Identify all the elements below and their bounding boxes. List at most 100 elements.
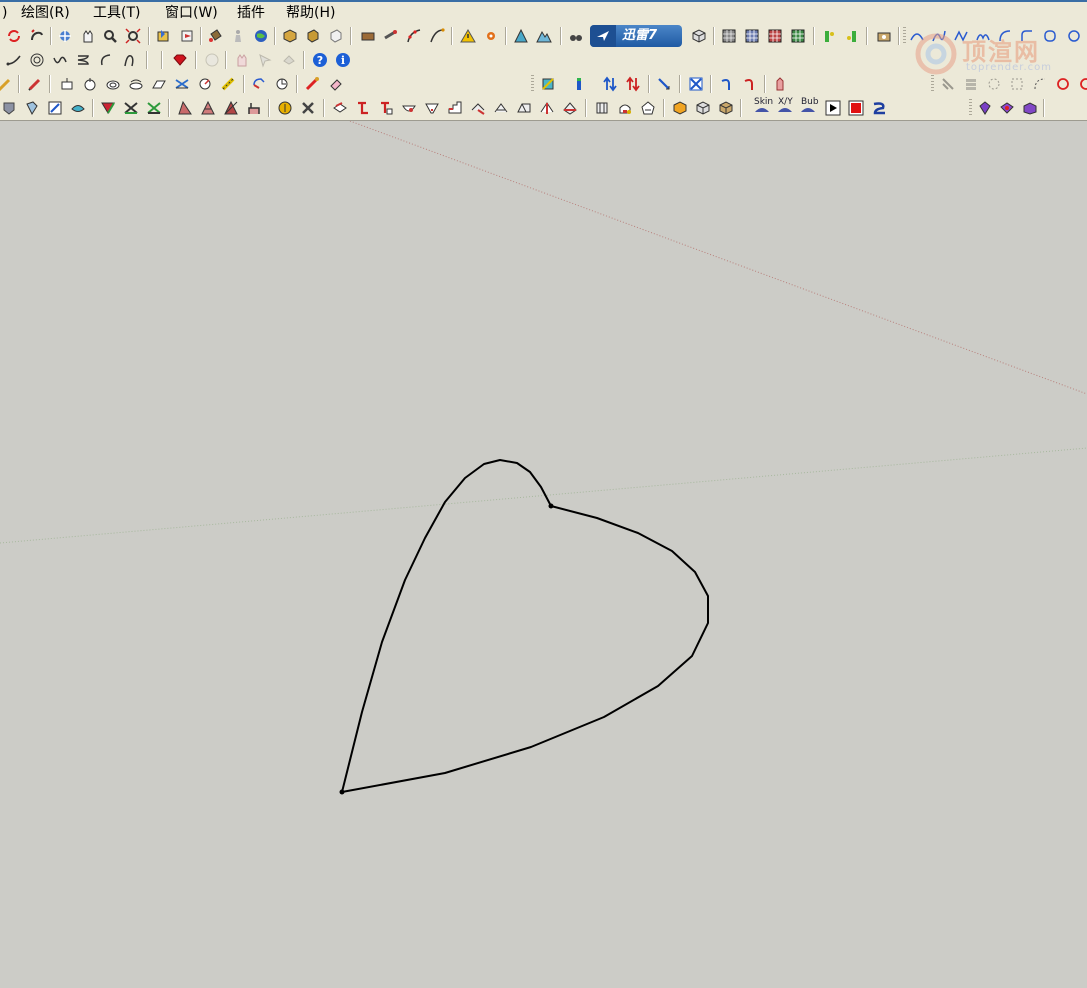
next-view-icon[interactable] [178, 27, 196, 45]
chair-icon[interactable] [245, 99, 263, 117]
grid-cube-3-icon[interactable] [766, 27, 784, 45]
red-circle-partial-icon[interactable] [1077, 75, 1087, 93]
sun-icon[interactable] [276, 99, 294, 117]
stairs-icon[interactable] [446, 99, 464, 117]
cursor-disabled-icon[interactable] [256, 51, 274, 69]
purple-gem-icon[interactable] [976, 99, 994, 117]
menu-window[interactable]: 窗口(W) [163, 2, 220, 24]
grid-cube-2-icon[interactable] [743, 27, 761, 45]
offset-icon[interactable] [104, 75, 122, 93]
toolbar-grip[interactable] [531, 75, 534, 93]
toolbar-grip[interactable] [931, 75, 934, 93]
hand-disabled-icon[interactable] [233, 51, 251, 69]
roof-5-icon[interactable] [561, 99, 579, 117]
stop-icon[interactable] [847, 99, 865, 117]
menu-draw[interactable]: 绘图(R) [19, 2, 72, 24]
funnel-icon[interactable] [423, 99, 441, 117]
orbit-icon[interactable] [5, 27, 23, 45]
intersect-icon[interactable] [127, 75, 145, 93]
pentagon-icon[interactable] [639, 99, 657, 117]
modeling-viewport[interactable] [0, 120, 1087, 984]
blob-icon[interactable] [69, 99, 87, 117]
help-icon[interactable]: ? [311, 51, 329, 69]
binoculars-icon[interactable] [567, 27, 585, 45]
tank-icon[interactable] [616, 99, 634, 117]
scale-icon[interactable] [273, 75, 291, 93]
green-cross-icon[interactable] [145, 99, 163, 117]
paint-bucket-icon[interactable] [206, 27, 224, 45]
xunlei-download-button[interactable]: 迅雷7 [590, 25, 682, 47]
terrain-icon[interactable] [535, 27, 553, 45]
layer-icon[interactable] [331, 99, 349, 117]
toolbar-grip[interactable] [903, 27, 906, 45]
follow-me-icon[interactable] [81, 75, 99, 93]
hook-icon[interactable] [97, 51, 115, 69]
curve-endpoint[interactable] [548, 503, 554, 509]
cross-fold-icon[interactable] [173, 75, 191, 93]
pipe-cross-icon[interactable] [377, 99, 395, 117]
pencil-partial-icon[interactable] [0, 75, 14, 93]
dashed-shape-icon[interactable] [219, 75, 237, 93]
skin-button[interactable]: Skin [753, 97, 773, 117]
section-plane-icon[interactable] [539, 75, 557, 93]
box-tan-icon[interactable] [717, 99, 735, 117]
stitch-gray-icon[interactable] [939, 75, 957, 93]
cloud-disabled-icon[interactable] [280, 51, 298, 69]
xy-button[interactable]: X/Y [776, 97, 794, 117]
eraser-red-icon[interactable] [304, 75, 322, 93]
curve-endpoint[interactable] [339, 789, 345, 795]
face-icon[interactable] [23, 99, 41, 117]
grid-cube-icon[interactable] [720, 27, 738, 45]
bowl-icon[interactable] [400, 99, 418, 117]
cube-icon[interactable] [690, 27, 708, 45]
play-disabled-icon[interactable] [203, 51, 221, 69]
bub-button[interactable]: Bub [799, 97, 819, 117]
box-brown-icon[interactable] [359, 27, 377, 45]
diagonal-icon[interactable] [655, 75, 673, 93]
component-3-icon[interactable] [327, 27, 345, 45]
menu-plugins[interactable]: 插件 [235, 2, 267, 24]
stick-icon[interactable] [46, 99, 64, 117]
spring-icon[interactable] [74, 51, 92, 69]
curl-icon[interactable] [120, 51, 138, 69]
wave-icon[interactable] [51, 51, 69, 69]
menu-prev-partial[interactable]: ) [0, 2, 9, 24]
curve-points-icon[interactable] [405, 27, 423, 45]
figure-icon[interactable] [229, 27, 247, 45]
pan-hand-icon[interactable] [79, 27, 97, 45]
red-star-icon[interactable] [176, 99, 194, 117]
component-2-icon[interactable] [304, 27, 322, 45]
box-gray-icon[interactable] [694, 99, 712, 117]
tape-icon[interactable] [382, 27, 400, 45]
dots-circle-icon[interactable] [985, 75, 1003, 93]
cross-corner-icon[interactable] [122, 99, 140, 117]
green-figure-2-icon[interactable] [843, 27, 861, 45]
ruby-icon[interactable] [171, 51, 189, 69]
rotate-blue-icon[interactable] [717, 75, 735, 93]
component-icon[interactable] [281, 27, 299, 45]
gear-icon[interactable] [482, 27, 500, 45]
play-icon[interactable] [824, 99, 842, 117]
purple-gem-2-icon[interactable] [998, 99, 1016, 117]
red-star-3-icon[interactable] [222, 99, 240, 117]
orbit-tool-icon[interactable] [56, 27, 74, 45]
blue-bar-icon[interactable] [570, 75, 588, 93]
rotate-drop-icon[interactable] [196, 75, 214, 93]
red-corner-icon[interactable] [99, 99, 117, 117]
camera-box-icon[interactable] [875, 27, 893, 45]
box-orange-icon[interactable] [671, 99, 689, 117]
rotate-red-icon[interactable] [250, 75, 268, 93]
flip-red-icon[interactable] [624, 75, 642, 93]
red-circle-icon[interactable] [1054, 75, 1072, 93]
warning-triangle-icon[interactable] [459, 27, 477, 45]
concentric-circle-icon[interactable] [28, 51, 46, 69]
dots-arc-icon[interactable] [1031, 75, 1049, 93]
shape-icon[interactable] [150, 75, 168, 93]
pipe-icon[interactable] [354, 99, 372, 117]
tools-icon[interactable] [299, 99, 317, 117]
info-icon[interactable]: i [334, 51, 352, 69]
zoom-icon[interactable] [101, 27, 119, 45]
curve-icon[interactable] [428, 27, 446, 45]
purple-box-icon[interactable] [1021, 99, 1039, 117]
hand-red-icon[interactable] [771, 75, 789, 93]
